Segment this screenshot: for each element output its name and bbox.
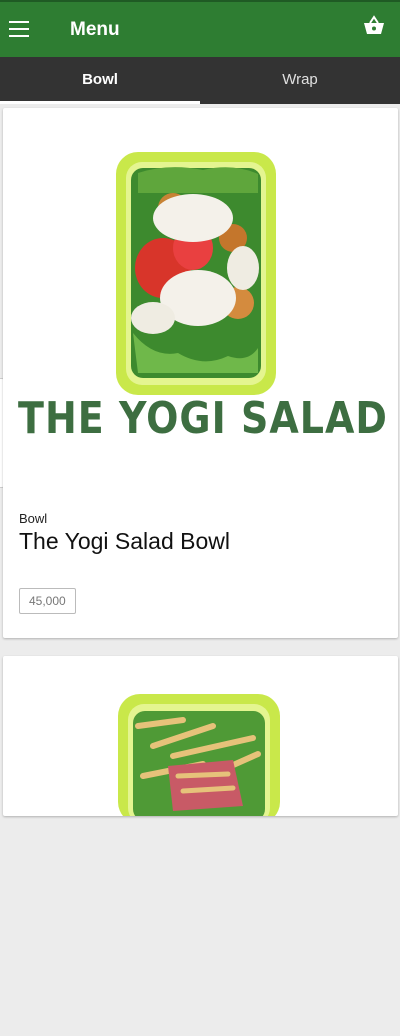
tab-indicator <box>0 101 200 104</box>
product-category: Bowl <box>19 511 48 526</box>
app-bar: Menu <box>0 0 400 57</box>
page-title: Menu <box>70 19 120 40</box>
price-badge: 45,000 <box>19 588 76 614</box>
product-logo-text: THE YOGI SALAD <box>18 392 388 444</box>
tab-bowl[interactable]: Bowl <box>0 57 200 104</box>
basket-icon[interactable] <box>362 15 386 37</box>
tab-bar: Bowl Wrap <box>0 57 400 104</box>
product-name: The Yogi Salad Bowl <box>19 528 230 554</box>
product-card[interactable] <box>3 656 398 824</box>
product-image <box>3 656 398 1036</box>
product-card[interactable]: THE YOGI SALAD Bowl The Yogi Salad Bowl … <box>3 108 398 638</box>
tab-wrap[interactable]: Wrap <box>200 57 400 104</box>
hamburger-icon[interactable] <box>9 21 29 37</box>
